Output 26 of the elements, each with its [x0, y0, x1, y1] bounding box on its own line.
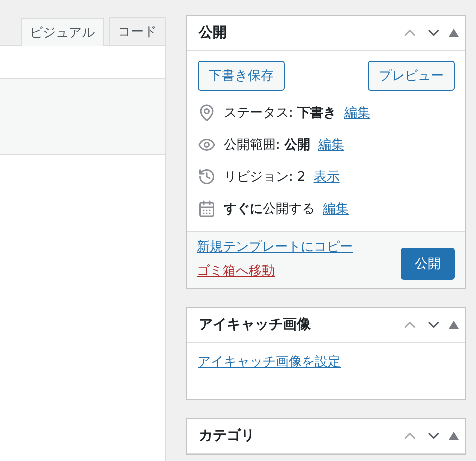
status-text: リビジョン: 2 — [224, 169, 306, 186]
history-icon — [198, 168, 216, 186]
collapse-icon[interactable] — [449, 321, 459, 329]
calendar-icon — [198, 200, 216, 218]
status-text: 公開範囲: 公開 — [224, 137, 311, 154]
editor-tab[interactable]: コード — [109, 17, 166, 45]
edit-link[interactable]: 編集 — [344, 104, 371, 122]
edit-link[interactable]: 編集 — [318, 136, 345, 154]
status-text: ステータス: 下書き — [224, 105, 337, 122]
edit-link[interactable]: 表示 — [314, 168, 340, 186]
save-draft-button[interactable]: 下書き保存 — [198, 61, 285, 91]
panel-title: 公開 — [199, 24, 227, 42]
copy-link[interactable]: 新規テンプレートにコピー — [197, 238, 353, 256]
set-image-link[interactable]: アイキャッチ画像を設定 — [198, 355, 341, 370]
editor-tab[interactable]: ビジュアル — [21, 18, 104, 46]
collapse-icon[interactable] — [449, 432, 459, 440]
collapse-icon[interactable] — [449, 29, 459, 37]
publish-button[interactable]: 公開 — [401, 248, 455, 280]
pin-icon — [198, 104, 216, 122]
status-text: すぐに公開する — [224, 201, 315, 218]
panel-title: アイキャッチ画像 — [199, 316, 311, 334]
trash-link[interactable]: ゴミ箱へ移動 — [197, 262, 353, 280]
eye-icon — [198, 136, 216, 154]
panel-title: カテゴリ — [199, 427, 255, 445]
edit-link[interactable]: 編集 — [323, 200, 349, 218]
preview-button[interactable]: プレビュー — [368, 61, 455, 91]
